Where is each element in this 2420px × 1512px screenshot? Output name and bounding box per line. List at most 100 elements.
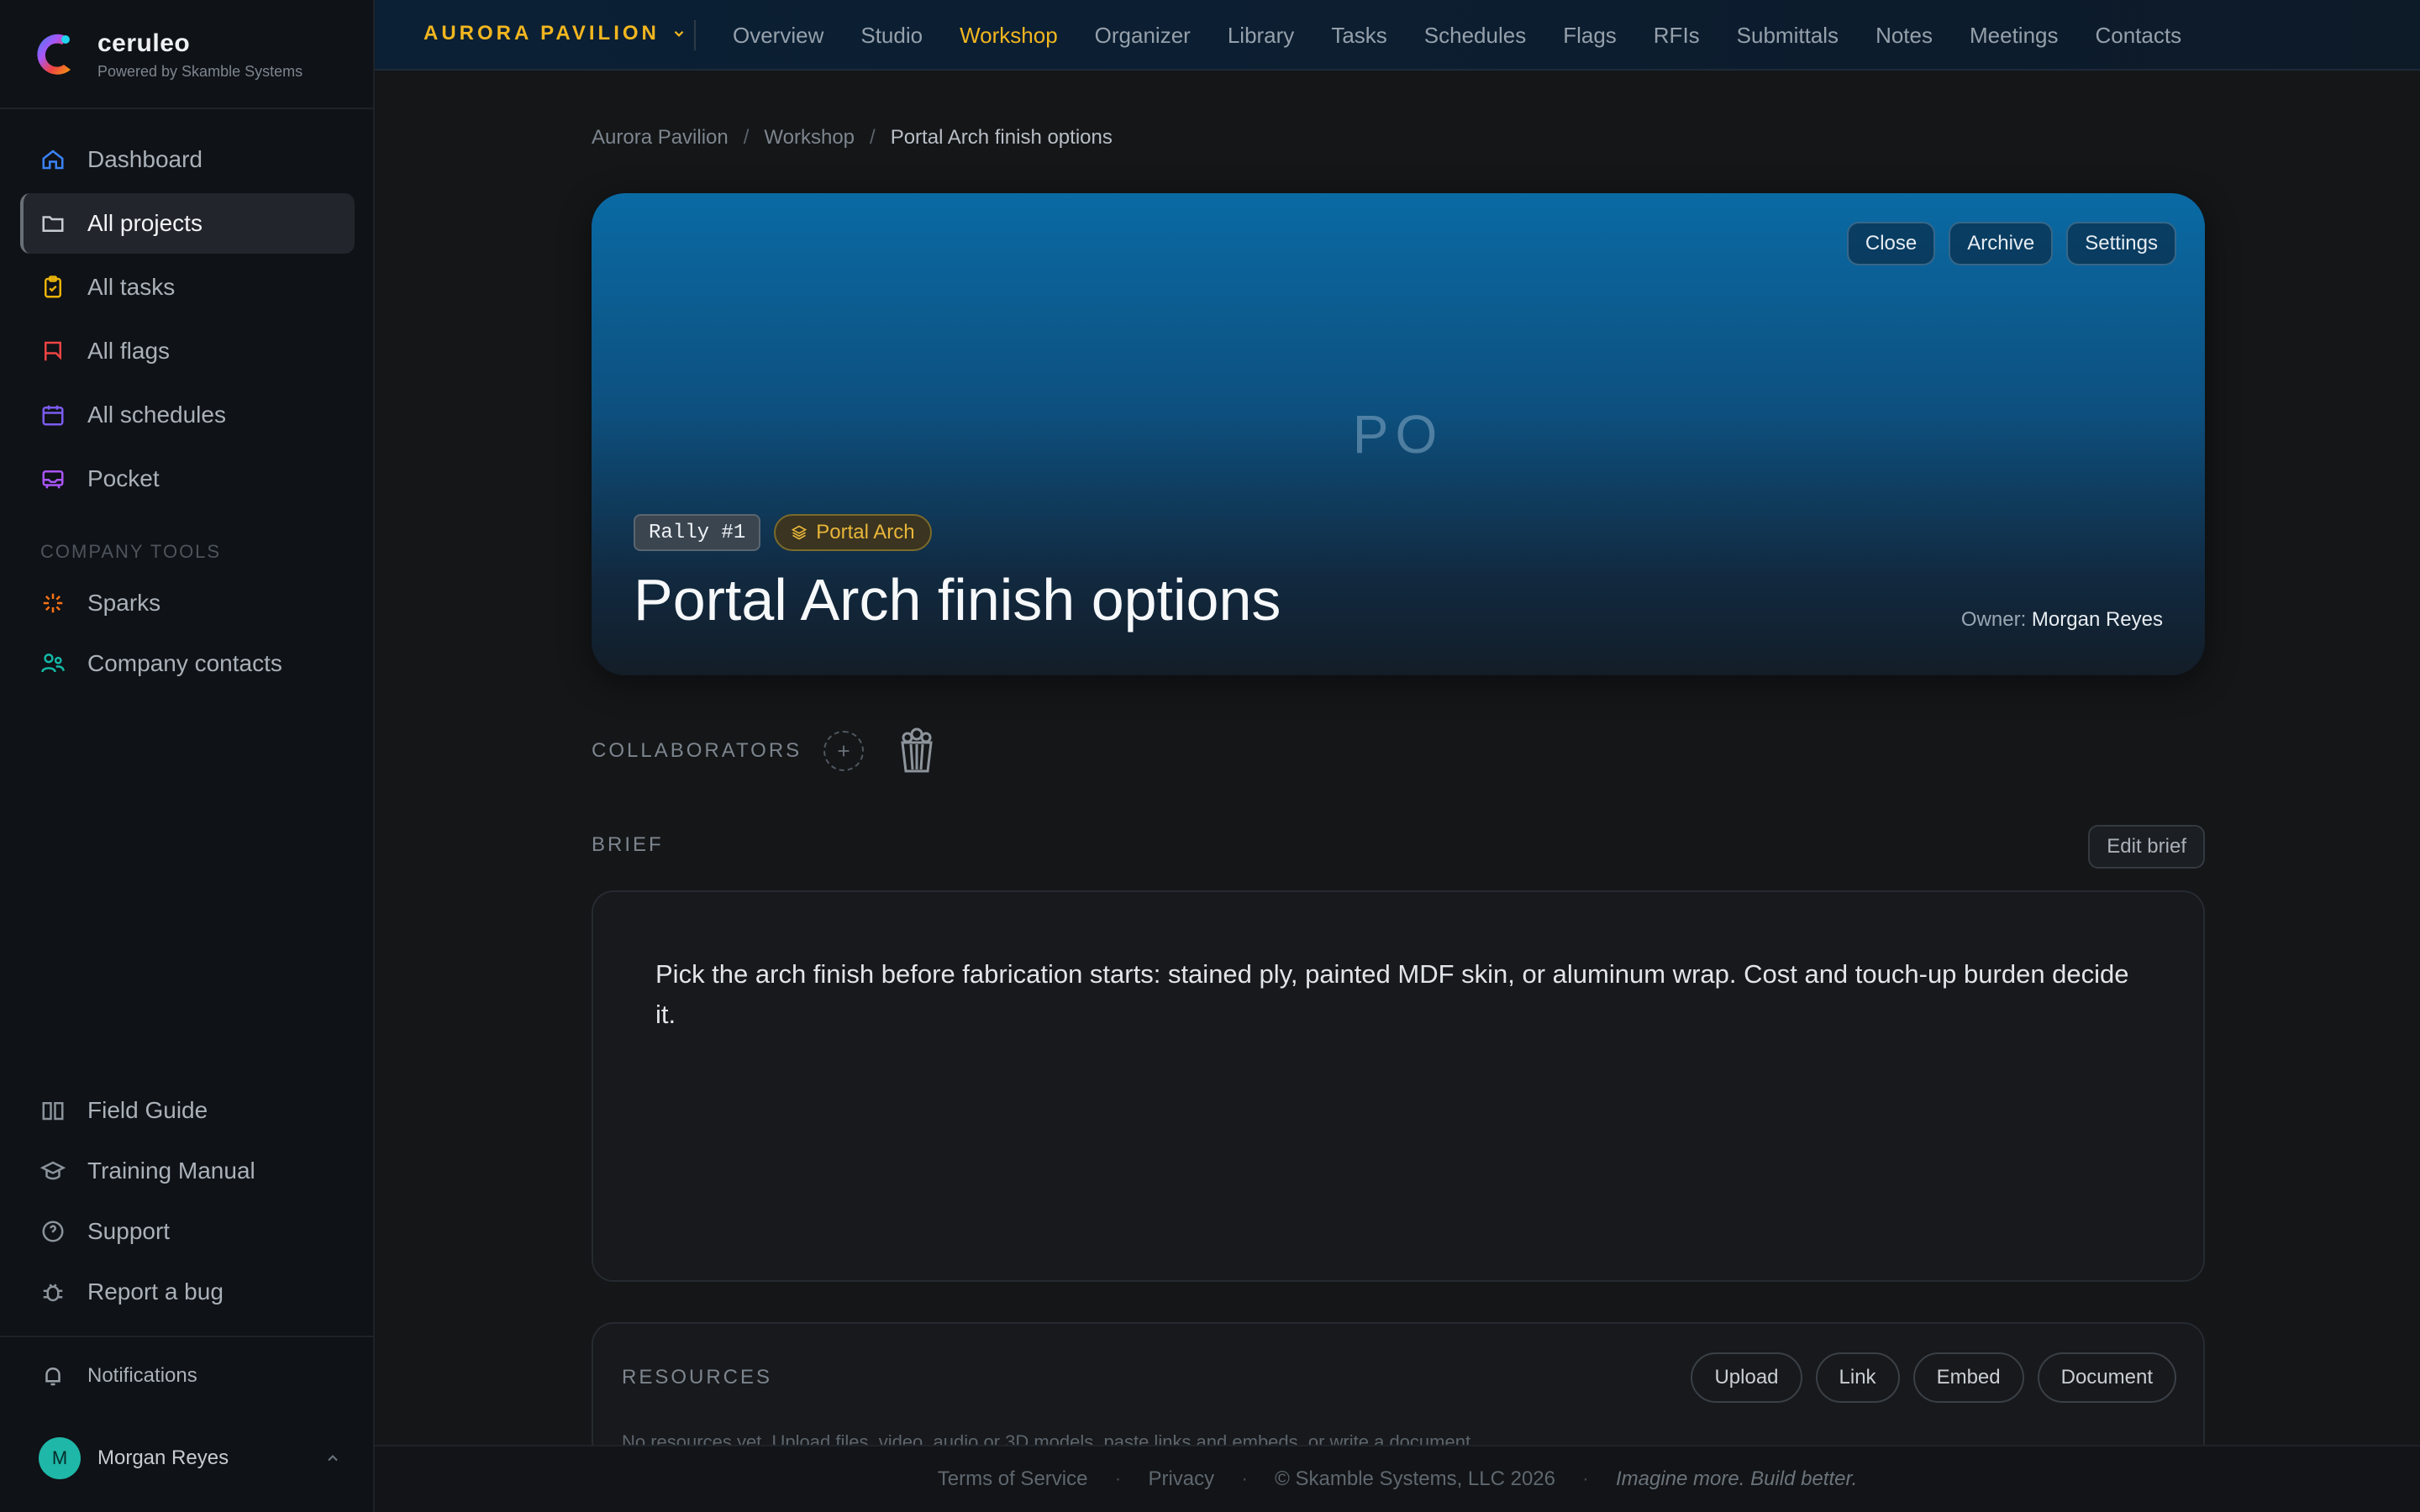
sidebar-item-label: Training Manual (87, 1158, 255, 1184)
clipboard-check-icon (45, 276, 61, 298)
layers-icon (792, 525, 808, 540)
sidebar-item-field-guide[interactable]: Field Guide (20, 1080, 355, 1141)
sidebar-item-company-contacts[interactable]: Company contacts (20, 633, 355, 694)
sidebar-item-training-manual[interactable]: Training Manual (20, 1141, 355, 1201)
collaborators-label: COLLABORATORS (592, 739, 802, 762)
breadcrumb-workshop[interactable]: Workshop (764, 126, 855, 150)
calendar-icon (42, 405, 64, 426)
bug-icon (43, 1284, 63, 1302)
hero-actions: Close Archive Settings (1833, 222, 2176, 265)
edit-brief-button[interactable]: Edit brief (2088, 825, 2205, 869)
topbar-divider (694, 20, 696, 50)
tab-studio[interactable]: Studio (860, 23, 923, 49)
project-switcher[interactable]: AURORA PAVILION (424, 22, 687, 45)
sidebar-item-all-schedules[interactable]: All schedules (20, 385, 355, 445)
sidebar-item-all-tasks[interactable]: All tasks (20, 257, 355, 318)
popcorn-bucket-icon[interactable] (896, 727, 938, 774)
archive-button[interactable]: Archive (1949, 222, 2054, 265)
notifications-label: Notifications (87, 1364, 197, 1387)
cover-initials: PO (1352, 404, 1444, 465)
sidebar-item-label: Report a bug (87, 1278, 224, 1305)
tab-workshop[interactable]: Workshop (960, 23, 1058, 49)
folder-icon (42, 216, 64, 232)
page-title: Portal Arch finish options (634, 567, 1281, 633)
project-name: AURORA PAVILION (424, 22, 660, 45)
sidebar-item-label: Pocket (87, 465, 160, 491)
brief-content: Pick the arch finish before fabrication … (592, 890, 2205, 1282)
portal-arch-tag[interactable]: Portal Arch (774, 514, 932, 551)
sidebar-item-support[interactable]: Support (20, 1201, 355, 1262)
privacy-link[interactable]: Privacy (1148, 1467, 1214, 1491)
users-icon (41, 654, 65, 673)
company-tools-heading: COMPANY TOOLS (40, 541, 222, 562)
brand[interactable]: ceruleo Powered by Skamble Systems (32, 25, 302, 84)
brief-text: Pick the arch finish before fabrication … (655, 959, 2129, 1029)
rally-hero-card: Close Archive Settings PO Rally #1 Porta… (592, 193, 2205, 675)
hero-badges: Rally #1 Portal Arch (634, 514, 932, 551)
sidebar-item-pocket[interactable]: Pocket (20, 449, 355, 509)
document-button[interactable]: Document (2037, 1352, 2176, 1403)
close-button[interactable]: Close (1846, 222, 1936, 265)
breadcrumb: Aurora Pavilion / Workshop / Portal Arch… (592, 126, 1113, 150)
sidebar-item-all-flags[interactable]: All flags (20, 321, 355, 381)
user-menu[interactable]: M Morgan Reyes (39, 1435, 341, 1482)
breadcrumb-separator: / (743, 126, 750, 149)
tab-rfis[interactable]: RFIs (1654, 23, 1700, 49)
brand-subtitle: Powered by Skamble Systems (97, 62, 303, 80)
tag-label: Portal Arch (816, 521, 915, 543)
copyright: © Skamble Systems, LLC 2026 (1275, 1467, 1555, 1490)
tab-notes[interactable]: Notes (1876, 23, 1933, 49)
sidebar-item-label: Company contacts (87, 650, 282, 676)
sidebar-item-report-bug[interactable]: Report a bug (20, 1262, 355, 1322)
home-icon (42, 150, 64, 170)
bell-icon (45, 1367, 60, 1386)
book-open-icon (42, 1102, 64, 1121)
sidebar-item-label: All projects (87, 210, 203, 236)
sidebar-item-sparks[interactable]: Sparks (20, 573, 355, 633)
tab-contacts[interactable]: Contacts (2095, 23, 2181, 49)
tab-schedules[interactable]: Schedules (1424, 23, 1526, 49)
owner-name[interactable]: Morgan Reyes (2032, 608, 2163, 631)
flag-icon (45, 341, 61, 361)
embed-button[interactable]: Embed (1912, 1352, 2024, 1403)
footer-separator: · (1582, 1467, 1589, 1490)
tagline: Imagine more. Build better. (1616, 1467, 1858, 1490)
settings-button[interactable]: Settings (2066, 222, 2176, 265)
tab-tasks[interactable]: Tasks (1331, 23, 1386, 49)
owner-info: Owner: Morgan Reyes (1961, 608, 2163, 632)
rally-number-badge: Rally #1 (634, 514, 761, 551)
sidebar-item-dashboard[interactable]: Dashboard (20, 129, 355, 190)
tab-flags[interactable]: Flags (1563, 23, 1617, 49)
tab-submittals[interactable]: Submittals (1737, 23, 1839, 49)
terms-link[interactable]: Terms of Service (938, 1467, 1088, 1491)
sidebar-divider (0, 108, 375, 109)
user-name: Morgan Reyes (97, 1446, 229, 1469)
footer-separator: · (1241, 1467, 1249, 1490)
sidebar-item-label: Support (87, 1218, 171, 1244)
sidebar: ceruleo Powered by Skamble Systems Dashb… (0, 0, 375, 1512)
ceruleo-logo-icon (37, 34, 71, 75)
inbox-tray-icon (42, 470, 64, 489)
project-tabs: Overview Studio Workshop Organizer Libra… (733, 0, 2218, 71)
sidebar-item-all-projects[interactable]: All projects (20, 193, 355, 254)
link-button[interactable]: Link (1815, 1352, 1900, 1403)
breadcrumb-project[interactable]: Aurora Pavilion (592, 126, 729, 150)
resources-label: RESOURCES (622, 1366, 773, 1389)
tab-overview[interactable]: Overview (733, 23, 823, 49)
breadcrumb-separator: / (870, 126, 876, 149)
sidebar-item-label: Sparks (87, 590, 161, 616)
resources-actions: Upload Link Embed Document (1677, 1352, 2176, 1403)
sidebar-divider (0, 1336, 375, 1337)
chevron-up-icon[interactable] (324, 1450, 341, 1467)
upload-button[interactable]: Upload (1691, 1352, 1802, 1403)
tab-organizer[interactable]: Organizer (1095, 23, 1191, 49)
sparkle-icon (43, 593, 63, 613)
tab-meetings[interactable]: Meetings (1970, 23, 2059, 49)
tab-library[interactable]: Library (1228, 23, 1294, 49)
brief-label: BRIEF (592, 833, 664, 856)
add-collaborator-button[interactable] (823, 731, 865, 771)
help-circle-icon (42, 1221, 64, 1242)
sidebar-item-notifications[interactable]: Notifications (20, 1346, 355, 1406)
plus-icon (838, 745, 850, 757)
breadcrumb-current: Portal Arch finish options (890, 126, 1113, 149)
